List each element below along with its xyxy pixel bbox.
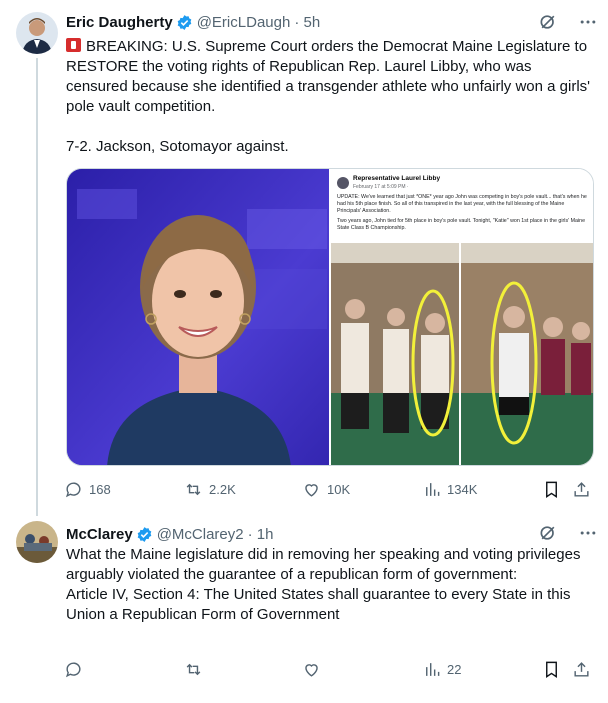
embedded-date: February 17 at 5:09 PM · <box>353 184 409 190</box>
tweet-header: McClarey @McClarey2 · 1h <box>66 523 273 545</box>
reply-icon <box>65 661 81 677</box>
bookmark-button[interactable] <box>542 660 561 679</box>
heart-icon <box>305 663 318 677</box>
bookmark-icon <box>546 481 557 498</box>
avatar[interactable] <box>16 521 58 563</box>
like-button[interactable]: 10K <box>302 480 350 499</box>
tweet-top-actions <box>538 12 598 32</box>
tweet-text: BREAKING: U.S. Supreme Court orders the … <box>66 37 596 157</box>
embedded-facebook-screenshot[interactable]: Representative Laurel Libby February 17 … <box>329 169 593 465</box>
tweet-header: Eric Daugherty @EricLDaugh · 5h <box>66 11 320 33</box>
verified-badge-icon <box>137 526 152 542</box>
grok-icon[interactable] <box>538 523 558 543</box>
more-options-icon[interactable] <box>578 523 598 543</box>
username[interactable]: @EricLDaugh <box>197 14 291 31</box>
share-icon <box>574 481 589 497</box>
timestamp[interactable]: · 1h <box>248 526 274 543</box>
view-count: 134K <box>447 481 478 497</box>
repost-count: 2.2K <box>209 481 236 497</box>
repost-button[interactable] <box>184 660 209 679</box>
embedded-author: Representative Laurel Libby <box>353 175 441 182</box>
tweet-media[interactable]: Representative Laurel Libby February 17 … <box>66 168 594 466</box>
like-button[interactable] <box>302 660 327 679</box>
share-icon <box>574 661 589 677</box>
share-button[interactable] <box>572 660 591 679</box>
tweet-text: What the Maine legislature did in removi… <box>66 546 581 623</box>
more-options-icon[interactable] <box>578 12 598 32</box>
verified-badge-icon <box>177 14 192 30</box>
repost-icon <box>186 663 201 675</box>
display-name[interactable]: Eric Daugherty <box>66 14 173 31</box>
display-name[interactable]: McClarey <box>66 526 133 543</box>
repost-button[interactable]: 2.2K <box>184 480 236 499</box>
reply-button[interactable] <box>64 660 89 679</box>
podium-photos <box>331 243 593 465</box>
views-button[interactable]: 22 <box>422 660 461 679</box>
views-button[interactable]: 134K <box>422 480 477 499</box>
like-count: 10K <box>327 481 351 497</box>
grok-icon[interactable] <box>538 12 558 32</box>
embedded-avatar <box>337 177 349 189</box>
timestamp[interactable]: · 5h <box>294 14 320 31</box>
reply-icon <box>65 481 81 497</box>
embedded-body-2: Two years ago, John tied for 5th place i… <box>337 218 586 231</box>
reply-button[interactable]: 168 <box>64 480 111 499</box>
avatar[interactable] <box>16 12 58 54</box>
action-bar: 22 <box>56 658 596 680</box>
views-chart-icon <box>426 662 440 676</box>
alarm-emoji-icon <box>66 38 81 52</box>
views-chart-icon <box>426 482 440 496</box>
bookmark-button[interactable] <box>542 480 561 499</box>
tweet-body: BREAKING: U.S. Supreme Court orders the … <box>66 38 591 155</box>
heart-icon <box>305 483 318 497</box>
username[interactable]: @McClarey2 <box>157 526 244 543</box>
repost-icon <box>186 483 201 495</box>
tweet-1[interactable]: Eric Daugherty @EricLDaugh · 5h BREAKING… <box>0 0 608 515</box>
share-button[interactable] <box>572 480 591 499</box>
action-bar: 168 2.2K 10K 134K <box>56 478 596 500</box>
tweet-top-actions <box>538 523 598 543</box>
bookmark-icon <box>546 661 557 678</box>
embedded-post-text: Representative Laurel Libby February 17 … <box>337 175 587 232</box>
embedded-body-1: UPDATE: We've learned that just *ONE* ye… <box>337 194 587 214</box>
tweet-2[interactable]: McClarey @McClarey2 · 1h What the Maine … <box>0 515 608 703</box>
photo-woman[interactable] <box>67 169 329 465</box>
view-count: 22 <box>447 661 462 677</box>
reply-count: 168 <box>89 481 111 497</box>
